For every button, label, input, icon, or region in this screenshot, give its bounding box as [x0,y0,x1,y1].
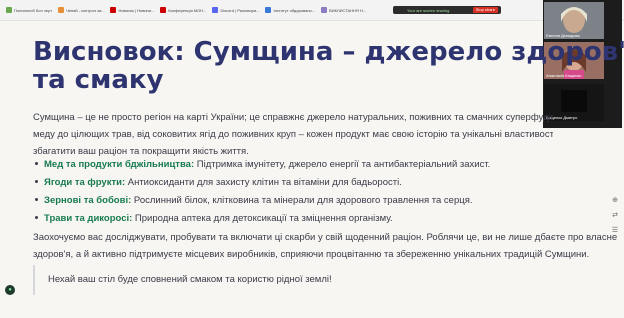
slide-title-line: та смаку [33,65,164,95]
list-item: Зернові та бобові: Рослинний білок, кліт… [33,192,553,210]
bookmark-item[interactable]: ВИКЛИСТАННЯ Н... [321,7,366,13]
list-item-text: Антиоксиданти для захисту клітин та віта… [125,177,402,188]
bullet-icon [35,215,38,219]
zoom-icon[interactable]: ⊕ [611,197,619,205]
bookmarks-bar: Полинолоб бол черт Чепай - контрол за...… [0,0,624,21]
bookmark-icon [212,7,219,13]
bookmark-item[interactable]: Інститут обдаровано... [265,7,315,13]
bookmark-item[interactable]: Чепай - контрол за... [58,7,104,13]
quote-text: Нехай ваш стіл буде сповнений смаком та … [48,274,332,285]
list-item-text: Підтримка імунітету, джерело енергії та … [194,159,491,170]
bullet-icon [35,179,38,183]
bookmark-icon [110,7,117,13]
list-item: Ягоди та фрукти: Антиоксиданти для захис… [33,174,553,192]
intro-line: Сумщина – це не просто регіон на карті У… [33,112,553,123]
bookmark-icon [58,7,65,13]
bullet-icon [35,161,38,165]
outro-paragraph: Заохочуємо вас досліджувати, пробувати т… [33,229,618,263]
bookmark-icon [321,7,328,13]
bookmark-label: Інститут обдаровано... [273,7,316,13]
slide-title-line: Висновок: Сумщина – джерело здоров'я [33,37,624,67]
list-item-label: Ягоди та фрукти: [44,177,126,188]
benefits-list: Мед та продукти бджільництва: Підтримка … [33,156,553,228]
screen-share-bar: Your are screen sharing Stop share [393,6,501,14]
bookmark-label: ВИКЛИСТАННЯ Н... [329,7,367,13]
closing-quote: Нехай ваш стіл буде сповнений смаком та … [33,265,595,295]
app-badge-icon[interactable]: ● [5,285,15,295]
list-item-label: Зернові та бобові: [44,195,132,206]
bookmark-label: Конференція МОН... [168,7,207,13]
bookmark-icon [160,7,167,13]
outro-line: здоров'я, а й активно підтримуєте місцев… [33,249,590,260]
bullet-icon [35,197,38,201]
bookmark-label: Discord | Разговори... [220,7,260,13]
slide-title: Висновок: Сумщина – джерело здоров'я та … [33,37,624,95]
chat-icon[interactable]: ☰ [611,227,619,235]
translate-icon[interactable]: ⇄ [611,212,619,220]
bookmark-item[interactable]: Конференція МОН... [160,7,206,13]
stop-share-button[interactable]: Stop share [472,7,498,13]
bookmark-label: Полинолоб бол черт [14,7,53,13]
list-item: Мед та продукти бджільництва: Підтримка … [33,156,553,174]
bookmark-item[interactable]: Новачок | Новини... [110,7,154,13]
list-item-label: Трави та дикоросі: [44,213,133,224]
intro-line: меду до цілющих трав, від соковитих ягід… [33,129,553,140]
share-notice: Your are screen sharing [407,7,450,13]
outro-line: Заохочуємо вас досліджувати, пробувати т… [33,232,618,243]
list-item-text: Природна аптека для детоксикації та зміц… [132,213,393,224]
bookmark-label: Чепай - контрол за... [66,7,105,13]
bookmark-item[interactable]: Полинолоб бол черт [6,7,52,13]
side-toolbar: ⊕ ⇄ ☰ [611,197,623,242]
bookmark-icon [6,7,12,13]
slide-content: Висновок: Сумщина – джерело здоров'я та … [0,20,624,318]
list-item: Трави та дикоросі: Природна аптека для д… [33,210,553,228]
bookmark-label: Новачок | Новини... [118,7,155,13]
bookmark-icon [265,7,272,13]
bookmark-item[interactable]: Discord | Разговори... [212,7,259,13]
intro-paragraph: Сумщина – це не просто регіон на карті У… [33,109,553,160]
list-item-label: Мед та продукти бджільництва: [44,159,195,170]
list-item-text: Рослинний білок, клітковина та мінерали … [131,195,473,206]
